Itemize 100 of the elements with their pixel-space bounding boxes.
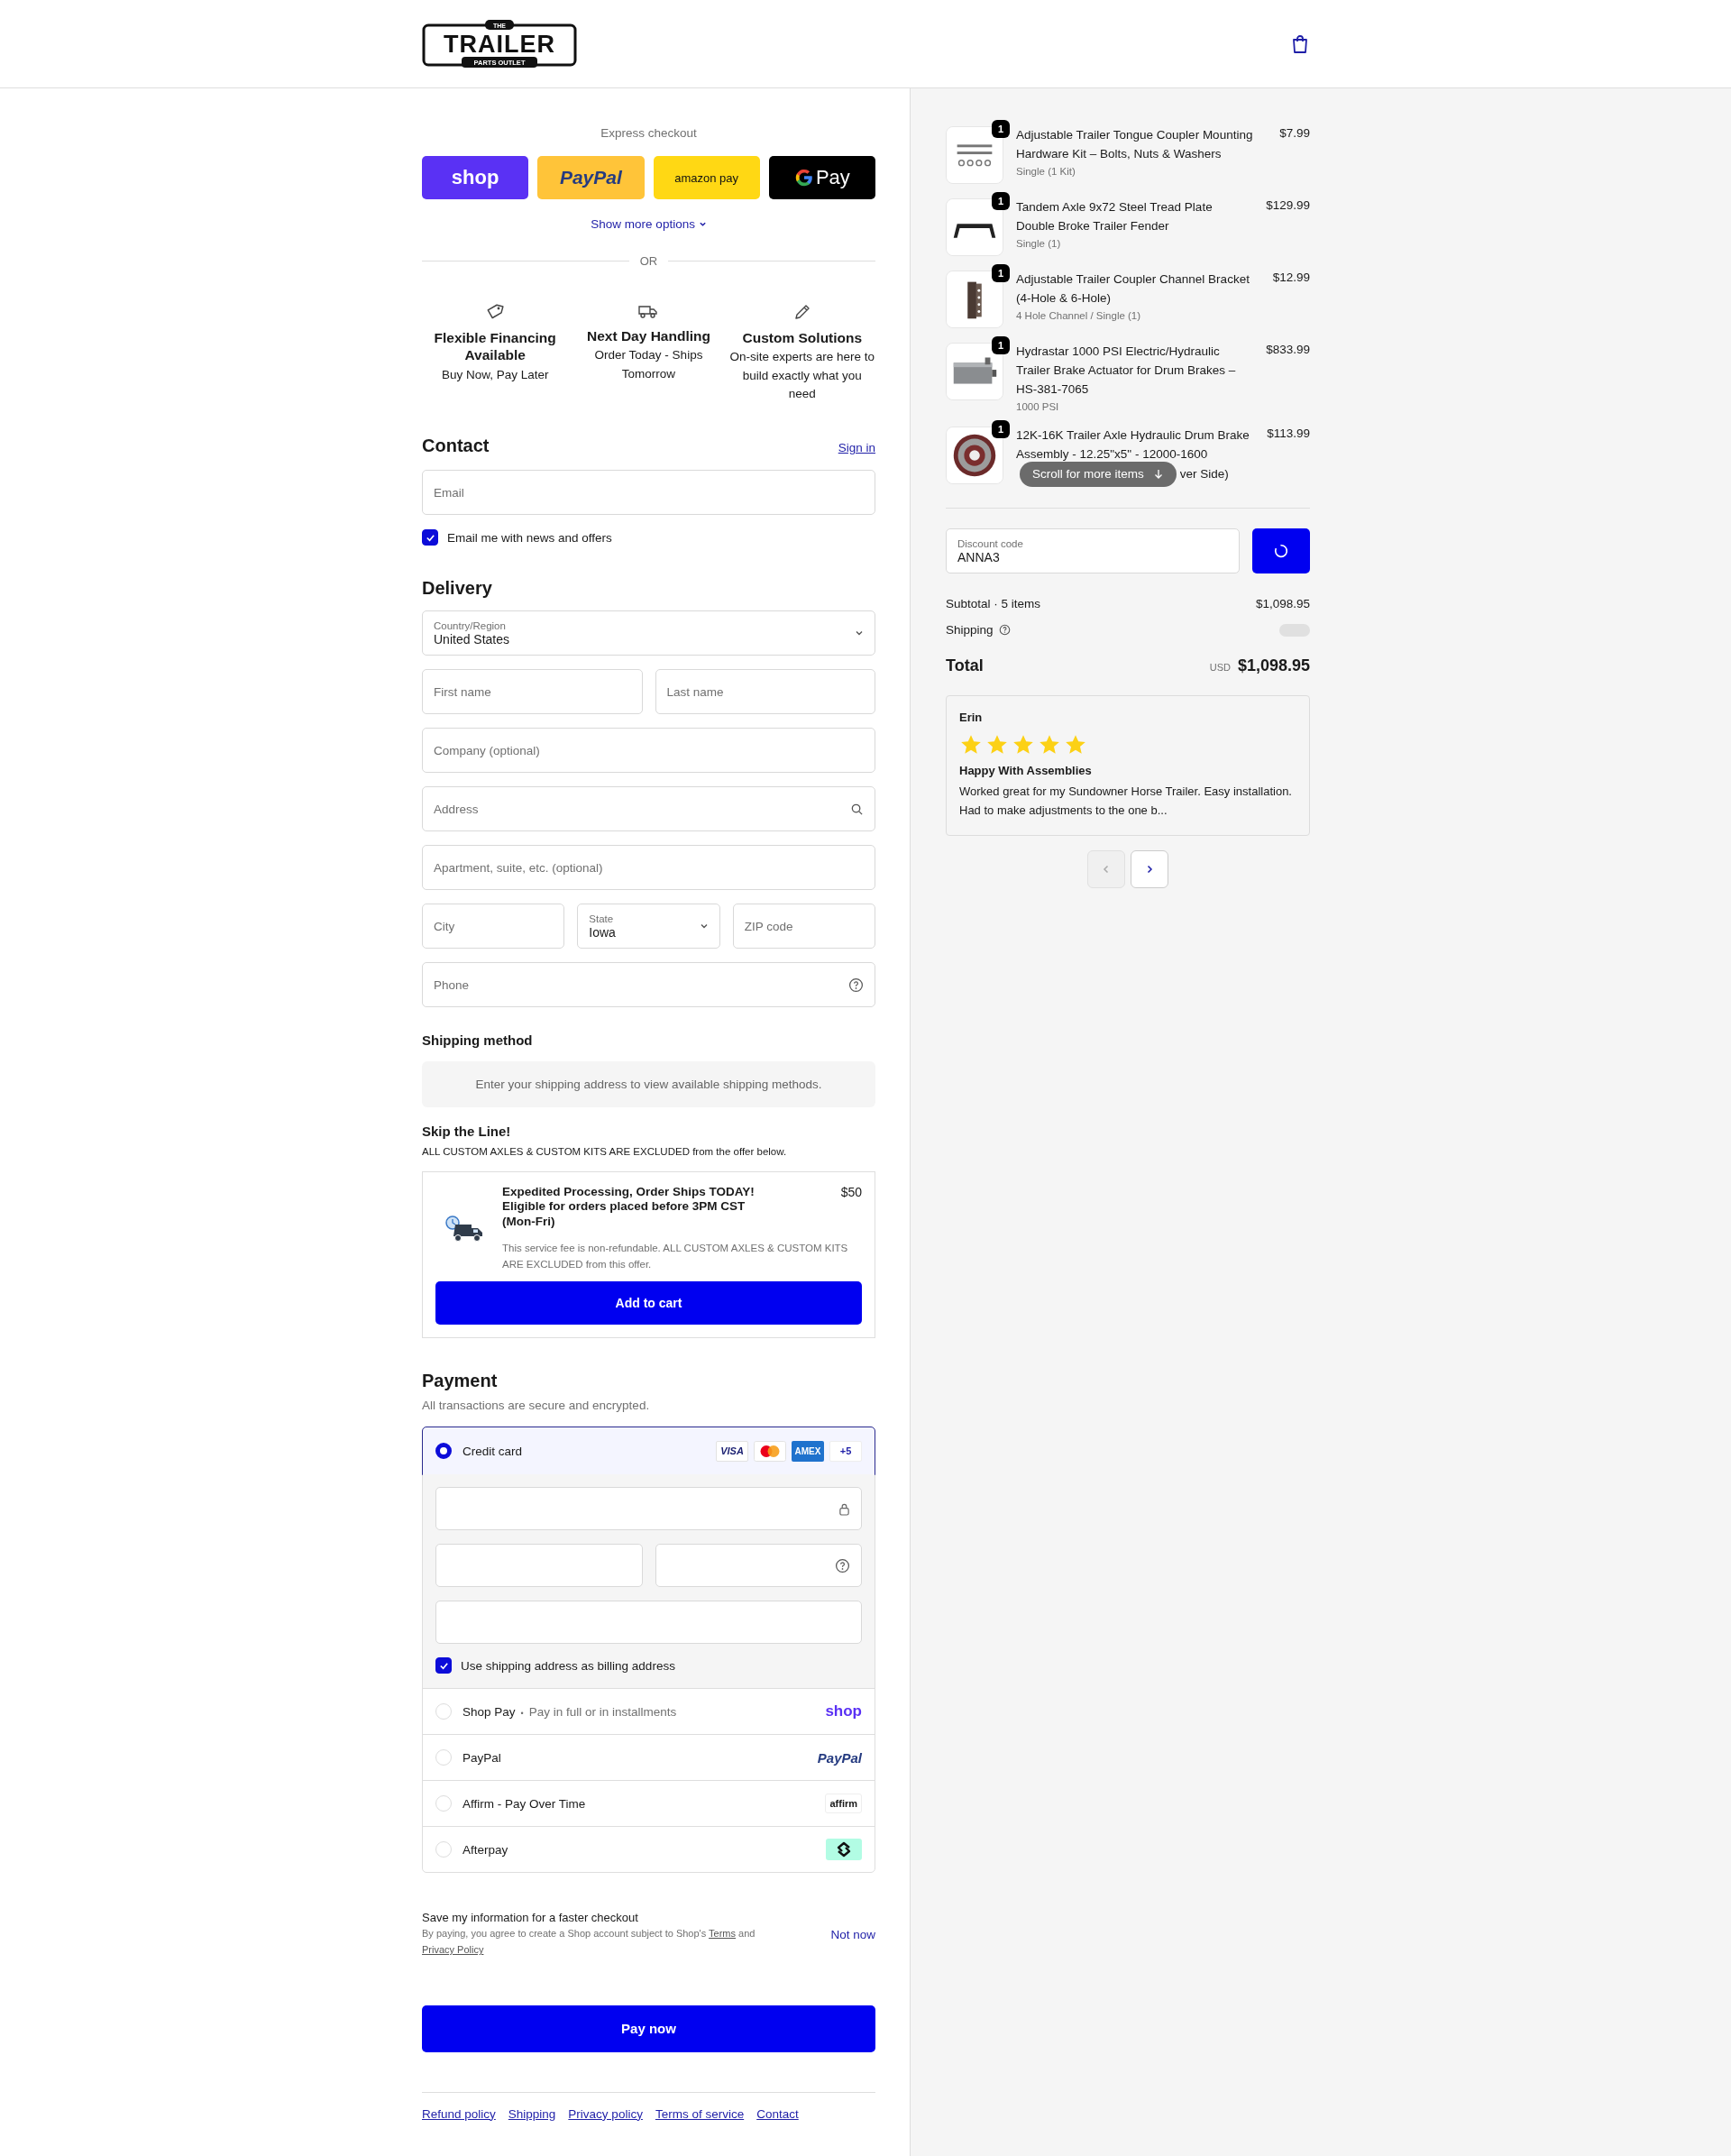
section-heading: Shipping method (422, 1032, 534, 1049)
expiry-field[interactable] (435, 1544, 643, 1588)
visa-badge: VISA (716, 1440, 748, 1462)
reviewer-name: Erin (959, 711, 984, 724)
lock-icon (838, 1501, 850, 1516)
quantity-badge: 1 (992, 336, 1010, 354)
email-field[interactable]: Email (422, 470, 875, 516)
checkbox[interactable] (422, 529, 438, 546)
checkmark-icon (438, 1660, 449, 1671)
item-price: $833.99 (1266, 343, 1310, 358)
show-more-options-link[interactable]: Show more options (591, 217, 707, 231)
checkmark-icon (425, 532, 435, 543)
currency-code: USD (1209, 662, 1231, 673)
express-checkout-label: Express checkout (600, 126, 698, 140)
express-pay-button[interactable]: Pay (768, 156, 875, 199)
feature-title: Custom Solutions (742, 329, 863, 347)
item-title: Hydrastar 1000 PSI Electric/Hydraulic Trailer Brake Actuator for Drum Brakes – HS-381-7065 (1016, 344, 1237, 398)
section-heading: Contact (422, 436, 490, 457)
offer-fine-print: This service fee is non-refundable. ALL CUSTOM AXLES & CUSTOM KITS ARE EXCLUDED from this offer. (502, 1241, 849, 1272)
item-title: Adjustable Trailer Tongue Coupler Mounting Hardware Kit – Bolts, Nuts & Washers (1016, 127, 1254, 162)
next-button[interactable] (1131, 849, 1168, 888)
section-heading: Payment (422, 1371, 499, 1392)
pay-now-button[interactable]: Pay now (422, 2005, 875, 2052)
arrow-down-icon (1152, 468, 1164, 480)
input-field[interactable]: Address (422, 786, 875, 832)
review-text: Worked great for my Sundowner Horse Trailer. Easy installation. Had to make adjustments to the one b... (959, 784, 1293, 819)
search-icon (850, 802, 864, 816)
input-field[interactable]: ZIP code (732, 904, 875, 950)
checkbox-label: Email me with news and offers (447, 530, 612, 545)
payment-option-label: Affirm - Pay Over Time (463, 1796, 586, 1811)
legal-text: By paying, you agree to create a Shop account subject to Shop's Terms and Privacy Policy (422, 1927, 756, 1958)
express-pay-button[interactable]: amazon pay (653, 156, 760, 199)
footer-link[interactable]: Privacy policy (568, 2106, 643, 2121)
help-icon (848, 977, 864, 993)
sign-in-link[interactable]: Sign in (838, 441, 875, 455)
input-field[interactable]: Last name (655, 669, 875, 715)
item-price: $129.99 (1266, 198, 1310, 214)
legal-link[interactable]: Privacy Policy (422, 1944, 484, 1956)
card-circles-icon (754, 1440, 786, 1462)
item-variant: Single (1) (1016, 237, 1062, 249)
total-value: $1,098.95 (1237, 656, 1310, 674)
input-field[interactable]: Phone (422, 962, 875, 1008)
google-g-icon (793, 168, 814, 188)
feature-text: Buy Now, Pay Later (441, 366, 549, 383)
input-field[interactable]: Apartment, suite, etc. (optional) (422, 845, 875, 891)
select-field[interactable]: Country/Region United States (422, 610, 875, 656)
offer-price: $50 (840, 1185, 862, 1202)
apply-button[interactable] (1252, 528, 1310, 573)
total-label: Total (946, 656, 984, 675)
footer-link[interactable]: Shipping (508, 2106, 556, 2121)
section-heading: Delivery (422, 578, 493, 600)
name-on-card-field[interactable] (435, 1601, 862, 1645)
footer-link[interactable]: Refund policy (422, 2106, 496, 2121)
separator-dot: • (520, 1708, 524, 1718)
payment-option-description: Pay in full or in installments (528, 1704, 677, 1719)
offer-title: Expedited Processing, Order Ships TODAY! Eligible for orders placed before 3PM CST (Mon-Fri) (502, 1185, 756, 1229)
item-title: ver Side) (1179, 466, 1229, 481)
shop-logo: shop (825, 1702, 862, 1721)
item-price: $7.99 (1279, 126, 1310, 142)
add-to-cart-button[interactable]: Add to cart (435, 1281, 862, 1326)
more-cards-badge: +5 (829, 1440, 862, 1462)
legal-link[interactable]: Terms (709, 1928, 736, 1940)
payment-option-label: Credit card (463, 1444, 523, 1458)
quantity-badge: 1 (992, 120, 1010, 138)
scroll-hint-button[interactable]: Scroll for more items (1020, 461, 1177, 487)
input-field[interactable]: First name (422, 669, 643, 715)
security-code-field[interactable] (655, 1544, 862, 1588)
input-field[interactable]: Company (optional) (422, 728, 875, 774)
input-field[interactable]: City (422, 904, 565, 950)
feature-text: On-site experts are here to build exactly what you need (728, 349, 875, 402)
item-variant: 4 Hole Channel / Single (1) (1016, 309, 1142, 321)
item-title: Tandem Axle 9x72 Steel Tread Plate Double Broke Trailer Fender (1016, 199, 1214, 234)
feature-text: Order Today - Ships Tomorrow (593, 347, 704, 382)
item-variant: Single (1 Kit) (1016, 165, 1076, 177)
payment-subtitle: All transactions are secure and encrypted. (422, 1399, 651, 1413)
review-title: Happy With Assemblies (959, 764, 1093, 777)
card-number-field[interactable] (435, 1487, 862, 1531)
radio-button[interactable] (435, 1443, 452, 1460)
quantity-badge: 1 (992, 192, 1010, 210)
footer-link[interactable]: Terms of service (655, 2106, 745, 2121)
quantity-badge: 1 (992, 419, 1010, 438)
save-info-title: Save my information for a faster checkout (422, 1911, 639, 1925)
help-icon (998, 624, 1011, 636)
shipping-notice: Enter your shipping address to view available shipping methods. (422, 1061, 875, 1108)
checkbox[interactable] (435, 1657, 452, 1674)
express-pay-button[interactable]: shop (422, 156, 529, 199)
express-pay-button[interactable]: PayPal (537, 156, 645, 199)
not-now-link[interactable]: Not now (830, 1928, 875, 1942)
chevron-down-icon (698, 220, 707, 228)
amex-badge: AMEX (792, 1440, 824, 1462)
payment-option-label: PayPal (463, 1750, 501, 1765)
affirm-logo: affirm (825, 1794, 862, 1814)
footer-link[interactable]: Contact (756, 2106, 799, 2121)
feature-title: Flexible Financing Available (433, 329, 557, 364)
spinner-icon (1273, 543, 1289, 559)
discount-code-field[interactable]: Discount code ANNA3 (946, 528, 1240, 573)
shopping-bag-icon[interactable] (1291, 33, 1309, 54)
afterpay-logo-icon (826, 1839, 862, 1861)
select-field[interactable]: State Iowa (577, 904, 720, 950)
item-price: $12.99 (1272, 271, 1310, 286)
